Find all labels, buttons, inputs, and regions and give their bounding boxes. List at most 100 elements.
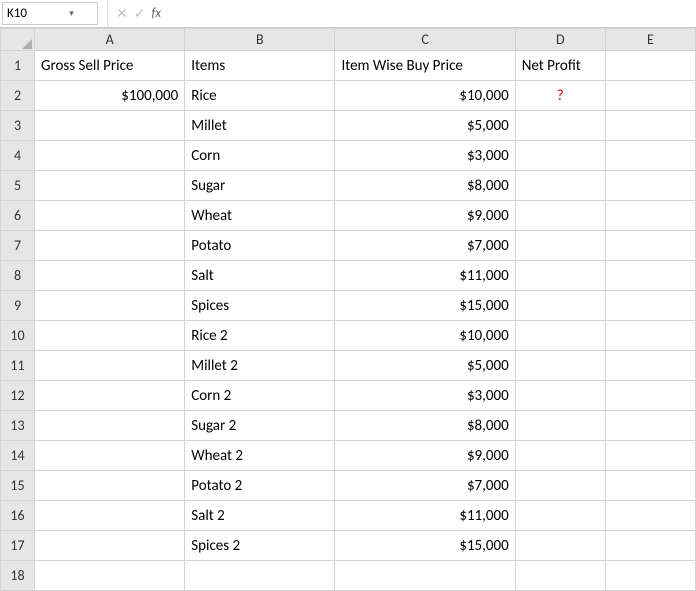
cell-B2[interactable]: Rice [185,81,335,111]
cell-E18[interactable] [605,561,695,591]
cell-C6[interactable]: $9,000 [335,201,515,231]
row-header-2[interactable]: 2 [1,81,35,111]
cell-B17[interactable]: Spices 2 [185,531,335,561]
cell-E9[interactable] [605,291,695,321]
row-header-18[interactable]: 18 [1,561,35,591]
cell-D11[interactable] [515,351,605,381]
cell-E8[interactable] [605,261,695,291]
cell-C1[interactable]: Item Wise Buy Price [335,51,515,81]
cell-C13[interactable]: $8,000 [335,411,515,441]
row-header-11[interactable]: 11 [1,351,35,381]
cell-C14[interactable]: $9,000 [335,441,515,471]
cell-B7[interactable]: Potato [185,231,335,261]
row-header-6[interactable]: 6 [1,201,35,231]
row-header-1[interactable]: 1 [1,51,35,81]
cell-D16[interactable] [515,501,605,531]
cell-C12[interactable]: $3,000 [335,381,515,411]
cell-E10[interactable] [605,321,695,351]
cell-C11[interactable]: $5,000 [335,351,515,381]
cell-B18[interactable] [185,561,335,591]
cell-D10[interactable] [515,321,605,351]
cell-E1[interactable] [605,51,695,81]
cell-B11[interactable]: Millet 2 [185,351,335,381]
cell-C5[interactable]: $8,000 [335,171,515,201]
col-header-D[interactable]: D [515,29,605,51]
cell-C7[interactable]: $7,000 [335,231,515,261]
cell-D4[interactable] [515,141,605,171]
cell-A6[interactable] [35,201,185,231]
cell-E2[interactable] [605,81,695,111]
col-header-A[interactable]: A [35,29,185,51]
cell-D7[interactable] [515,231,605,261]
cell-D13[interactable] [515,411,605,441]
formula-input[interactable] [169,0,696,27]
cell-D14[interactable] [515,441,605,471]
cell-E17[interactable] [605,531,695,561]
cell-C10[interactable]: $10,000 [335,321,515,351]
cell-A16[interactable] [35,501,185,531]
cell-A2[interactable]: $100,000 [35,81,185,111]
cell-E15[interactable] [605,471,695,501]
row-header-3[interactable]: 3 [1,111,35,141]
cell-C15[interactable]: $7,000 [335,471,515,501]
row-header-4[interactable]: 4 [1,141,35,171]
row-header-12[interactable]: 12 [1,381,35,411]
cell-B4[interactable]: Corn [185,141,335,171]
cell-B6[interactable]: Wheat [185,201,335,231]
cell-A10[interactable] [35,321,185,351]
row-header-13[interactable]: 13 [1,411,35,441]
cell-D3[interactable] [515,111,605,141]
fx-icon[interactable]: fx [151,6,161,21]
cell-D12[interactable] [515,381,605,411]
cell-D6[interactable] [515,201,605,231]
cell-A5[interactable] [35,171,185,201]
cell-A12[interactable] [35,381,185,411]
cell-E12[interactable] [605,381,695,411]
cell-D18[interactable] [515,561,605,591]
cell-D8[interactable] [515,261,605,291]
cell-A17[interactable] [35,531,185,561]
cell-D1[interactable]: Net Profit [515,51,605,81]
cell-C2[interactable]: $10,000 [335,81,515,111]
cell-B1[interactable]: Items [185,51,335,81]
cell-A13[interactable] [35,411,185,441]
cell-E7[interactable] [605,231,695,261]
cell-B14[interactable]: Wheat 2 [185,441,335,471]
cell-B9[interactable]: Spices [185,291,335,321]
cell-C8[interactable]: $11,000 [335,261,515,291]
cell-B10[interactable]: Rice 2 [185,321,335,351]
cell-E3[interactable] [605,111,695,141]
col-header-B[interactable]: B [185,29,335,51]
col-header-E[interactable]: E [605,29,695,51]
row-header-7[interactable]: 7 [1,231,35,261]
name-box-dropdown-icon[interactable]: ▾ [50,8,93,19]
cell-D2[interactable]: ? [515,81,605,111]
name-box[interactable]: K10 ▾ [2,2,98,25]
cell-A18[interactable] [35,561,185,591]
cell-A8[interactable] [35,261,185,291]
select-all-corner[interactable] [1,29,35,51]
cell-A3[interactable] [35,111,185,141]
cell-E6[interactable] [605,201,695,231]
cell-C17[interactable]: $15,000 [335,531,515,561]
cell-D5[interactable] [515,171,605,201]
cell-B8[interactable]: Salt [185,261,335,291]
row-header-15[interactable]: 15 [1,471,35,501]
cell-B13[interactable]: Sugar 2 [185,411,335,441]
cell-A4[interactable] [35,141,185,171]
cell-B5[interactable]: Sugar [185,171,335,201]
col-header-C[interactable]: C [335,29,515,51]
cell-E5[interactable] [605,171,695,201]
cell-C9[interactable]: $15,000 [335,291,515,321]
row-header-8[interactable]: 8 [1,261,35,291]
row-header-10[interactable]: 10 [1,321,35,351]
cell-E14[interactable] [605,441,695,471]
cell-A7[interactable] [35,231,185,261]
cell-C4[interactable]: $3,000 [335,141,515,171]
cell-B12[interactable]: Corn 2 [185,381,335,411]
cell-B16[interactable]: Salt 2 [185,501,335,531]
cell-A11[interactable] [35,351,185,381]
row-header-9[interactable]: 9 [1,291,35,321]
cell-A14[interactable] [35,441,185,471]
cell-D15[interactable] [515,471,605,501]
